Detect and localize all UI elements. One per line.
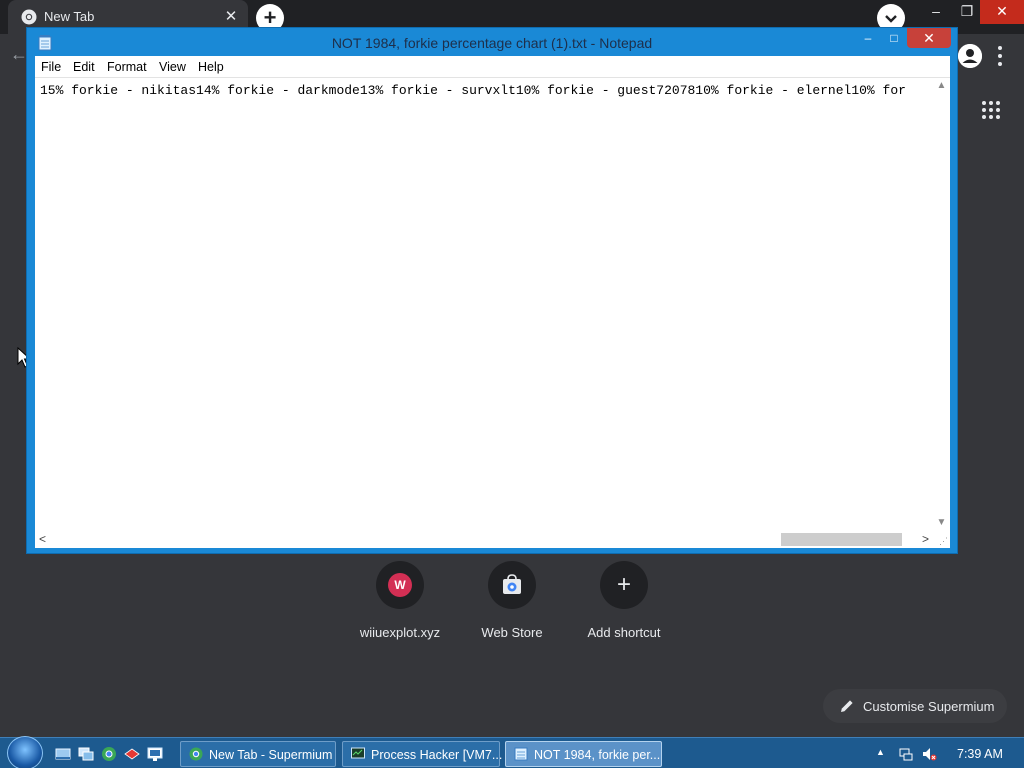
vertical-scrollbar[interactable]: ▲ ▼ xyxy=(933,78,950,530)
notepad-title: NOT 1984, forkie percentage chart (1).tx… xyxy=(331,35,653,51)
desktop-screen: New Tab ✕ + – ❐ ✕ ← W wiiuexplot.xyz Web… xyxy=(0,0,1024,768)
menu-help[interactable]: Help xyxy=(198,60,224,74)
browser-minimize-button[interactable]: – xyxy=(918,0,954,24)
taskbar-button-label: New Tab - Supermium xyxy=(209,748,333,762)
menu-view[interactable]: View xyxy=(159,60,186,74)
pencil-icon xyxy=(841,700,853,712)
notepad-content: 15% forkie - nikitas14% forkie - darkmod… xyxy=(40,83,906,98)
profile-avatar-button[interactable] xyxy=(958,44,982,68)
process-hacker-icon xyxy=(351,747,365,759)
chrome-quicklaunch-icon[interactable] xyxy=(101,746,117,762)
notepad-maximize-button[interactable]: □ xyxy=(881,30,907,50)
scroll-right-icon[interactable]: > xyxy=(922,532,929,546)
shortcut-tile xyxy=(488,561,536,609)
notepad-window[interactable]: NOT 1984, forkie percentage chart (1).tx… xyxy=(26,27,958,554)
shortcut-wiiuexplot[interactable]: W wiiuexplot.xyz xyxy=(344,561,456,645)
add-shortcut-button[interactable]: + Add shortcut xyxy=(568,561,680,645)
chrome-logo-icon xyxy=(21,9,37,25)
google-apps-icon[interactable] xyxy=(982,101,1000,119)
menu-edit[interactable]: Edit xyxy=(73,60,95,74)
notepad-menubar: File Edit Format View Help xyxy=(35,56,950,78)
resize-grip-icon[interactable]: ⋰ xyxy=(933,530,950,548)
menu-format[interactable]: Format xyxy=(107,60,147,74)
notepad-close-button[interactable]: ✕ xyxy=(907,28,951,48)
horizontal-scrollbar[interactable]: < > xyxy=(35,530,933,548)
browser-restore-button[interactable]: ❐ xyxy=(954,0,980,24)
shortcut-tile: + xyxy=(600,561,648,609)
notepad-minimize-button[interactable]: – xyxy=(855,30,881,50)
show-hidden-icons-button[interactable]: ▲ xyxy=(876,747,885,757)
scroll-up-icon[interactable]: ▲ xyxy=(933,80,950,91)
menu-file[interactable]: File xyxy=(41,60,61,74)
shortcut-web-store[interactable]: Web Store xyxy=(456,561,568,645)
display-quicklaunch-icon[interactable] xyxy=(147,746,163,762)
chrome-icon xyxy=(189,747,203,761)
browser-close-button[interactable]: ✕ xyxy=(980,0,1024,24)
start-button[interactable] xyxy=(7,736,43,768)
taskbar-button-browser[interactable]: New Tab - Supermium xyxy=(180,741,336,767)
shortcut-label: Web Store xyxy=(481,625,543,640)
taskbar-button-label: Process Hacker [VM7... xyxy=(371,748,503,762)
shortcut-tile: W xyxy=(376,561,424,609)
taskbar-button-process-hacker[interactable]: Process Hacker [VM7... xyxy=(342,741,503,767)
app-quicklaunch-icon[interactable] xyxy=(124,746,140,762)
notepad-icon xyxy=(514,747,528,761)
notepad-titlebar[interactable]: NOT 1984, forkie percentage chart (1).tx… xyxy=(27,28,957,56)
customise-label: Customise Supermium xyxy=(863,699,995,714)
switch-windows-icon[interactable] xyxy=(78,746,94,762)
taskbar-button-label: NOT 1984, forkie per... xyxy=(534,748,661,762)
kebab-menu-icon xyxy=(998,46,1002,66)
show-desktop-icon[interactable] xyxy=(55,746,71,762)
shortcut-label: wiiuexplot.xyz xyxy=(359,625,441,640)
tab-close-icon[interactable]: ✕ xyxy=(222,8,240,26)
taskbar-button-notepad[interactable]: NOT 1984, forkie per... xyxy=(505,741,662,767)
plus-icon: + xyxy=(616,571,631,598)
scroll-left-icon[interactable]: < xyxy=(39,532,46,546)
horizontal-scroll-thumb[interactable] xyxy=(781,533,902,546)
shortcut-label: Add shortcut xyxy=(587,625,661,640)
taskbar: New Tab - Supermium Process Hacker [VM7.… xyxy=(0,736,1024,768)
person-icon xyxy=(958,44,982,68)
customise-button[interactable]: Customise Supermium xyxy=(823,689,1007,723)
scroll-down-icon[interactable]: ▼ xyxy=(933,517,950,528)
site-favicon-icon: W xyxy=(388,573,412,597)
taskbar-clock[interactable]: 7:39 AM xyxy=(957,747,1003,761)
tab-title: New Tab xyxy=(44,9,95,24)
volume-muted-icon[interactable] xyxy=(921,746,937,762)
browser-menu-button[interactable] xyxy=(996,44,1004,68)
network-icon[interactable] xyxy=(898,746,914,762)
web-store-icon xyxy=(503,574,521,594)
notepad-text-area[interactable]: 15% forkie - nikitas14% forkie - darkmod… xyxy=(35,78,950,548)
